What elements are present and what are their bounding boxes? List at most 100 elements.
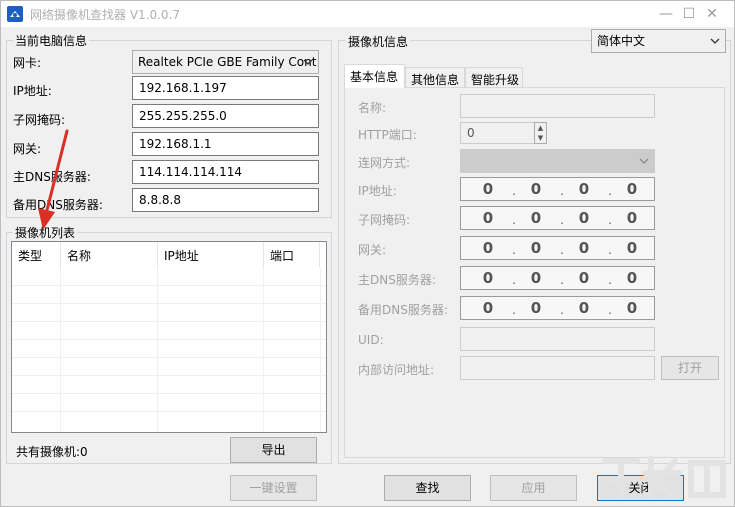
internal-address-label: 内部访问地址: — [358, 363, 435, 377]
http-port-field[interactable]: 0 — [460, 122, 535, 144]
ip-octet-2: 0 — [530, 180, 542, 198]
ip-dot: . — [608, 273, 612, 287]
grid-line — [12, 285, 326, 286]
http-port-spinner[interactable]: ▲ ▼ — [534, 122, 547, 144]
ip-dot: . — [608, 213, 612, 227]
net-mode-select[interactable] — [460, 149, 655, 173]
dns1-octet-4: 0 — [626, 269, 638, 287]
internal-address-field[interactable] — [460, 356, 655, 380]
ip-dot: . — [560, 213, 564, 227]
chevron-down-icon — [303, 59, 313, 65]
one-key-setup-button[interactable]: 一键设置 — [230, 475, 317, 501]
cam-dns1-input[interactable]: 0 . 0 . 0 . 0 — [460, 266, 655, 290]
language-select[interactable]: 简体中文 — [591, 29, 726, 53]
cam-ip-input[interactable]: 0 . 0 . 0 . 0 — [460, 177, 655, 201]
nic-label: 网卡: — [13, 56, 42, 70]
mask-octet-4: 0 — [626, 209, 638, 227]
spin-down-icon: ▼ — [537, 134, 544, 142]
export-button[interactable]: 导出 — [230, 437, 317, 463]
cam-dns2-label: 备用DNS服务器: — [358, 303, 448, 317]
http-port-label: HTTP端口: — [358, 128, 417, 142]
title-bar[interactable]: 网络摄像机查找器 V1.0.0.7 — ☐ ✕ — [1, 1, 734, 27]
ip-dot: . — [560, 273, 564, 287]
grid-line — [60, 267, 61, 432]
gateway-field[interactable]: 192.168.1.1 — [132, 132, 319, 156]
grid-line — [157, 267, 158, 432]
mask-field[interactable]: 255.255.255.0 — [132, 104, 319, 128]
list-header: 类型 名称 IP地址 端口 — [12, 242, 326, 267]
gateway-octet-2: 0 — [530, 239, 542, 257]
grid-line — [12, 357, 326, 358]
ip-octet-3: 0 — [578, 180, 590, 198]
cam-ip-label: IP地址: — [358, 184, 397, 198]
uid-field[interactable] — [460, 327, 655, 351]
ip-dot: . — [560, 184, 564, 198]
grid-line — [12, 321, 326, 322]
dns2-octet-3: 0 — [578, 299, 590, 317]
close-icon: ✕ — [706, 6, 718, 22]
ip-label: IP地址: — [13, 84, 52, 98]
spin-up-icon: ▲ — [537, 124, 544, 132]
dns2-octet-4: 0 — [626, 299, 638, 317]
ip-octet-4: 0 — [626, 180, 638, 198]
cam-mask-label: 子网掩码: — [358, 213, 411, 227]
gateway-octet-3: 0 — [578, 239, 590, 257]
cam-dns2-input[interactable]: 0 . 0 . 0 . 0 — [460, 296, 655, 320]
mask-octet-1: 0 — [482, 209, 494, 227]
dns1-octet-3: 0 — [578, 269, 590, 287]
cam-gateway-input[interactable]: 0 . 0 . 0 . 0 — [460, 236, 655, 260]
close-window-button[interactable]: ✕ — [689, 1, 735, 27]
dns1-octet-1: 0 — [482, 269, 494, 287]
ip-dot: . — [512, 303, 516, 317]
ip-dot: . — [512, 213, 516, 227]
cam-dns1-label: 主DNS服务器: — [358, 273, 436, 287]
cam-mask-input[interactable]: 0 . 0 . 0 . 0 — [460, 206, 655, 230]
net-mode-label: 连网方式: — [358, 156, 411, 170]
nic-select[interactable]: Realtek PCIe GBE Family Cont — [132, 50, 319, 74]
window-title: 网络摄像机查找器 V1.0.0.7 — [30, 8, 181, 22]
ip-dot: . — [608, 184, 612, 198]
dns2-octet-1: 0 — [482, 299, 494, 317]
apply-button[interactable]: 应用 — [490, 475, 577, 501]
tab-basic-info[interactable]: 基本信息 — [344, 64, 405, 88]
camera-list-view[interactable]: 类型 名称 IP地址 端口 — [11, 241, 327, 433]
ip-dot: . — [512, 273, 516, 287]
column-header-port[interactable]: 端口 — [264, 242, 320, 267]
gateway-octet-4: 0 — [626, 239, 638, 257]
cam-name-field[interactable] — [460, 94, 655, 118]
grid-line — [12, 303, 326, 304]
watermark-logo — [602, 456, 726, 500]
camera-count: 共有摄像机:0 — [16, 445, 88, 459]
cam-gateway-label: 网关: — [358, 243, 387, 257]
column-header-type[interactable]: 类型 — [12, 242, 61, 267]
mask-octet-3: 0 — [578, 209, 590, 227]
dns1-octet-2: 0 — [530, 269, 542, 287]
chevron-down-icon — [639, 158, 649, 164]
uid-label: UID: — [358, 333, 384, 347]
dns2-octet-2: 0 — [530, 299, 542, 317]
dns2-field[interactable]: 8.8.8.8 — [132, 188, 319, 212]
nic-value: Realtek PCIe GBE Family Cont — [138, 55, 317, 69]
ip-dot: . — [560, 303, 564, 317]
camera-info-title: 摄像机信息 — [346, 33, 411, 50]
grid-line — [263, 267, 264, 432]
dns1-field[interactable]: 114.114.114.114 — [132, 160, 319, 184]
ip-dot: . — [512, 184, 516, 198]
cam-name-label: 名称: — [358, 101, 387, 115]
column-header-name[interactable]: 名称 — [61, 242, 158, 267]
open-button[interactable]: 打开 — [661, 356, 719, 380]
ip-octet-1: 0 — [482, 180, 494, 198]
tab-smart-upgrade[interactable]: 智能升级 — [465, 67, 523, 89]
ip-dot: . — [512, 243, 516, 257]
grid-line — [12, 375, 326, 376]
find-button[interactable]: 查找 — [384, 475, 471, 501]
grid-line — [12, 393, 326, 394]
pc-info-title: 当前电脑信息 — [13, 32, 90, 49]
ip-field[interactable]: 192.168.1.197 — [132, 76, 319, 100]
grid-line — [320, 267, 321, 432]
tab-other-info[interactable]: 其他信息 — [405, 67, 465, 89]
camera-app-icon — [7, 6, 23, 22]
mask-octet-2: 0 — [530, 209, 542, 227]
ip-dot: . — [608, 303, 612, 317]
column-header-ip[interactable]: IP地址 — [158, 242, 264, 267]
